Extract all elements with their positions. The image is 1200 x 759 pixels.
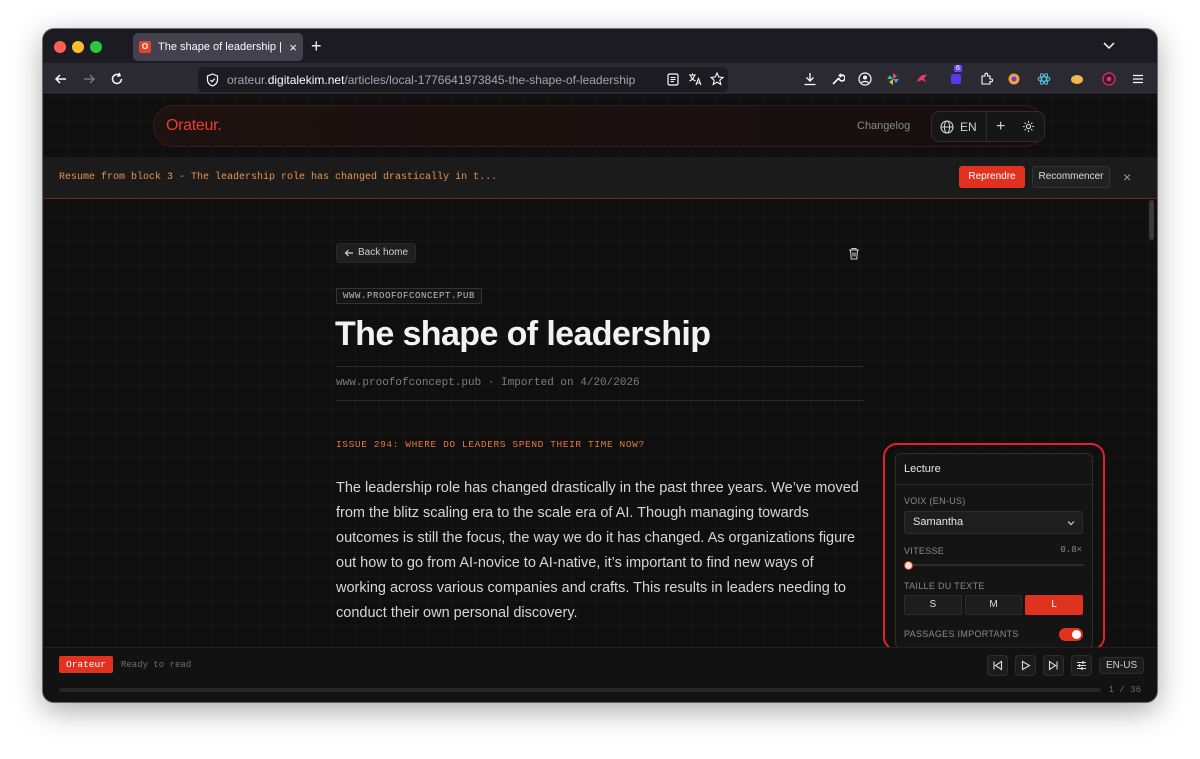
puzzle-extensions-icon[interactable] [978,71,994,87]
highlights-toggle[interactable] [1059,628,1083,641]
nav-bar: orateur.digitalekim.net/articles/local-1… [43,63,1157,95]
badge-extension-icon[interactable]: 6 [948,65,964,87]
play-icon[interactable] [1015,655,1036,676]
favicon: O [139,41,151,53]
menu-icon[interactable] [1130,71,1146,87]
restart-button[interactable]: Recommencer [1032,166,1110,188]
globe-icon [940,119,954,134]
reading-settings-panel: Lecture VOIX (EN-US) Samantha VITESSE 0.… [895,453,1093,649]
close-banner-icon[interactable]: × [1123,169,1131,185]
app-header: Orateur. Changelog EN + [153,105,1045,147]
scrollbar-thumb[interactable] [1149,200,1154,240]
pinwheel-extension-icon[interactable] [885,71,901,87]
voice-select[interactable]: Samantha [904,511,1083,534]
url-text: orateur.digitalekim.net/articles/local-1… [227,72,636,87]
resume-button[interactable]: Reprendre [959,166,1025,188]
add-button[interactable]: + [987,118,1015,136]
player-bar: Orateur Ready to read EN-US 1 / 36 [43,647,1157,702]
toggle-knob [1072,630,1081,639]
progress-bar[interactable] [59,688,1101,692]
panel-title: Lecture [896,454,1092,485]
reader-icon[interactable] [667,73,679,86]
extension-badge-count: 6 [954,65,962,72]
bird-extension-icon[interactable] [914,71,930,87]
player-brand: Orateur [59,656,113,673]
cookie-extension-icon[interactable] [1069,71,1085,87]
circle-extension-icon[interactable] [1006,71,1022,87]
language-switcher[interactable]: EN [932,112,987,141]
chevron-down-icon [1066,512,1076,536]
back-icon[interactable] [52,70,70,88]
article-meta: www.proofofconcept.pub · Imported on 4/2… [336,377,640,389]
atom-extension-icon[interactable] [1036,71,1052,87]
star-icon[interactable] [710,72,724,86]
speed-slider-thumb[interactable] [904,561,913,570]
text-size-group: S M L [904,595,1084,615]
account-icon[interactable] [857,71,873,87]
forward-icon[interactable] [80,70,98,88]
resume-banner: Resume from block 3 - The leadership rol… [43,157,1157,199]
trash-icon[interactable] [846,245,862,261]
article-paragraph: The leadership role has changed drastica… [336,480,859,621]
size-m-button[interactable]: M [964,595,1023,615]
player-status: Ready to read [121,660,192,670]
size-l-button[interactable]: L [1025,595,1084,615]
back-home-button[interactable]: Back home [336,243,417,263]
minimize-window-button[interactable] [72,41,84,53]
close-window-button[interactable] [54,41,66,53]
zoom-window-button[interactable] [90,41,102,53]
changelog-link[interactable]: Changelog [857,120,910,132]
resume-text: Resume from block 3 - The leadership rol… [59,172,498,183]
gear-icon[interactable] [1015,120,1043,133]
browser-tab[interactable]: O The shape of leadership | Orateur × [133,33,303,61]
tab-bar: O The shape of leadership | Orateur × + [43,29,1157,63]
url-bar[interactable]: orateur.digitalekim.net/articles/local-1… [198,67,728,92]
arrow-left-icon [344,249,353,257]
issue-heading: ISSUE 294: WHERE DO LEADERS SPEND THEIR … [336,439,645,450]
divider [336,400,864,401]
translate-icon[interactable] [688,72,702,86]
voice-label: VOIX (EN-US) [904,496,966,506]
header-controls: EN + [931,111,1045,142]
locale-button[interactable]: EN-US [1099,657,1145,674]
speed-label: VITESSE [904,546,945,556]
record-extension-icon[interactable] [1101,71,1117,87]
divider [336,366,864,367]
download-icon[interactable] [802,71,818,87]
language-label: EN [960,119,977,134]
list-tabs-icon[interactable] [1101,37,1117,53]
wrench-icon[interactable] [830,71,846,87]
voice-value: Samantha [913,516,964,528]
skip-forward-icon[interactable] [1043,655,1064,676]
browser-window: O The shape of leadership | Orateur × + … [43,29,1157,702]
article-title: The shape of leadership [335,315,711,353]
shield-icon[interactable] [206,72,219,87]
reload-icon[interactable] [108,70,126,88]
app-logo[interactable]: Orateur. [166,117,222,135]
source-badge: WWW.PROOFOFCONCEPT.PUB [336,288,483,304]
highlights-label: PASSAGES IMPORTANTS [904,629,1019,639]
close-tab-icon[interactable]: × [289,40,297,55]
size-s-button[interactable]: S [904,595,962,615]
block-counter: 1 / 36 [1108,685,1141,695]
text-size-label: TAILLE DU TEXTE [904,581,985,591]
tab-title: The shape of leadership | Orateur [158,41,282,53]
new-tab-button[interactable]: + [311,37,322,55]
skip-back-icon[interactable] [987,655,1008,676]
page-content: Orateur. Changelog EN + Resume from bloc… [43,96,1157,702]
speed-value: 0.8× [1060,545,1082,555]
speed-slider-track[interactable] [908,564,1084,566]
back-home-label: Back home [358,247,409,258]
sliders-icon[interactable] [1071,655,1092,676]
